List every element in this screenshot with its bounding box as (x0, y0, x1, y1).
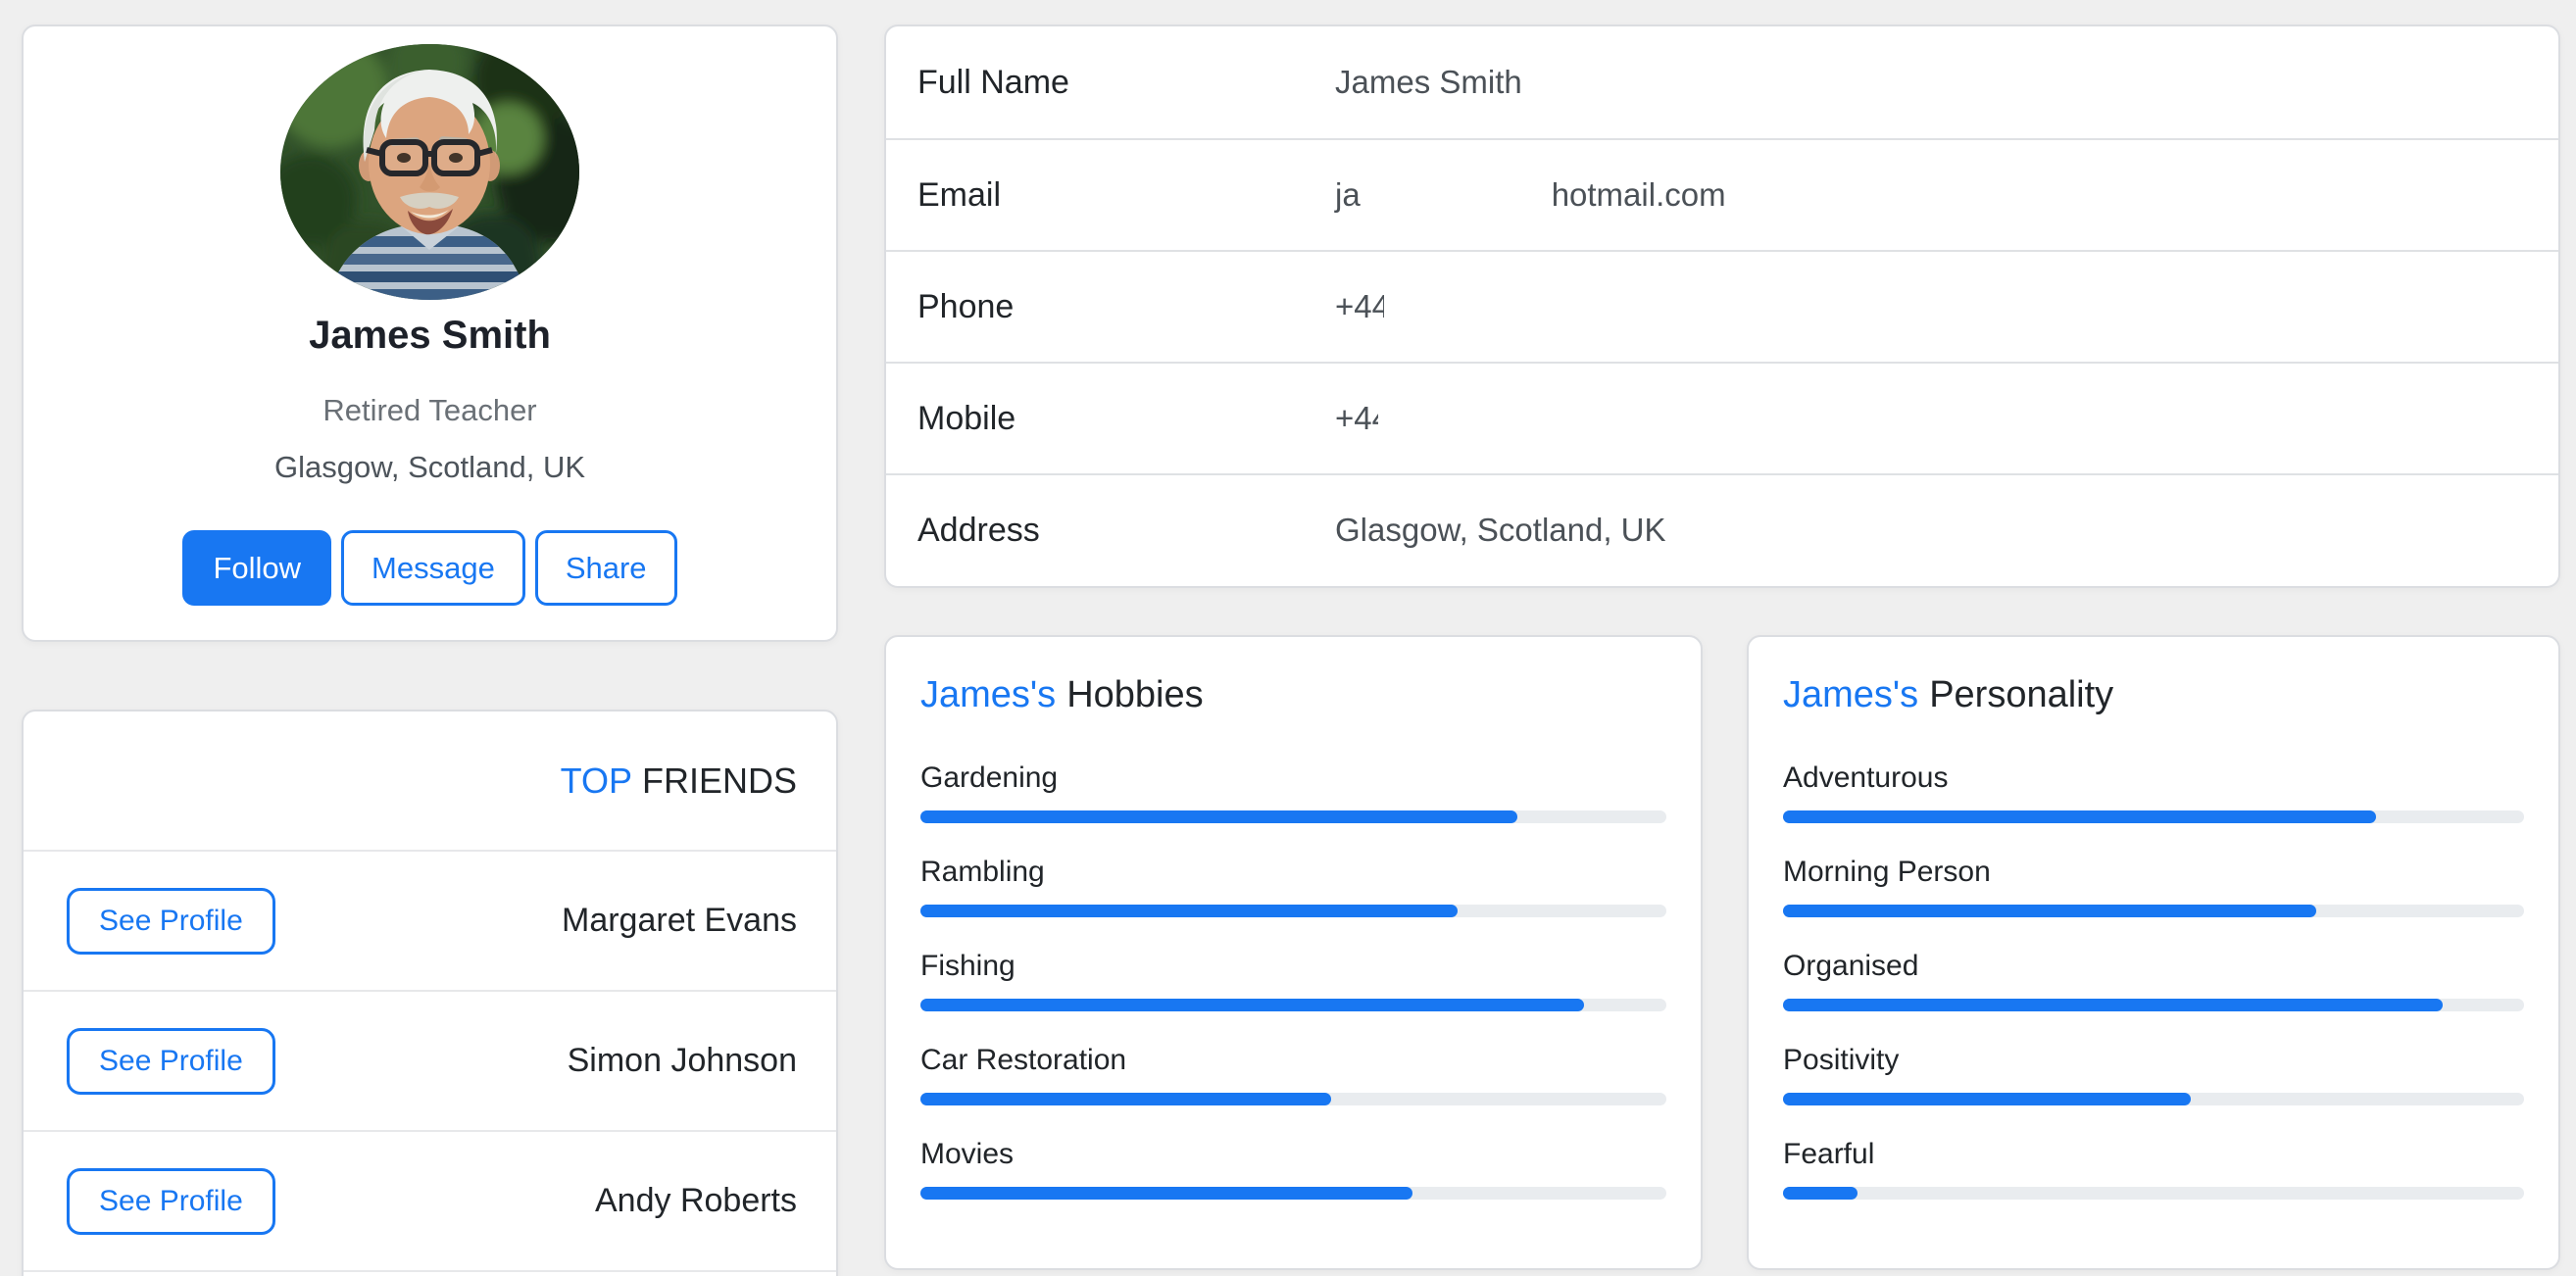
progress-bar-track (920, 1093, 1666, 1105)
detail-label: Email (917, 176, 1335, 215)
progress-bar-fill (1783, 905, 2316, 917)
friend-name: Margaret Evans (562, 902, 797, 940)
progress-bar-fill (920, 810, 1517, 823)
progress-bar-track (1783, 1093, 2524, 1105)
bar-label: Fearful (1783, 1138, 2524, 1171)
progress-bar-fill (1783, 810, 2376, 823)
personality-list: Adventurous Morning Person Organised Pos… (1783, 761, 2524, 1200)
detail-value: jahotmail.com (1335, 176, 1726, 214)
detail-value: +44 (1335, 400, 1378, 437)
profile-actions: Follow Message Share (24, 530, 836, 606)
bar-label: Morning Person (1783, 856, 2524, 889)
friend-name: Simon Johnson (568, 1042, 797, 1080)
progress-bar-fill (920, 905, 1458, 917)
profile-occupation: Retired Teacher (24, 393, 836, 428)
bar-label: Gardening (920, 761, 1666, 795)
clipped-character: 4 (1372, 288, 1384, 325)
detail-row: Email jahotmail.com (886, 138, 2558, 250)
personality-title-rest: Personality (1929, 674, 2113, 715)
follow-button[interactable]: Follow (182, 530, 331, 606)
top-friends-title-rest: FRIENDS (642, 761, 797, 802)
clipped-character: 4 (1372, 400, 1378, 437)
bar-group: Positivity (1783, 1044, 2524, 1105)
personality-title-accent: James's (1783, 674, 1918, 715)
progress-bar-track (1783, 810, 2524, 823)
see-profile-button[interactable]: See Profile (67, 1028, 275, 1095)
progress-bar-track (1783, 999, 2524, 1011)
progress-bar-fill (920, 999, 1584, 1011)
hobbies-title-accent: James's (920, 674, 1056, 715)
progress-bar-fill (920, 1093, 1331, 1105)
detail-value: +44 (1335, 288, 1384, 325)
hobbies-title: James'sHobbies (920, 674, 1666, 716)
bar-label: Adventurous (1783, 761, 2524, 795)
profile-location: Glasgow, Scotland, UK (24, 450, 836, 485)
progress-bar-track (920, 810, 1666, 823)
detail-row: Mobile +44 (886, 362, 2558, 473)
bar-group: Organised (1783, 950, 2524, 1011)
bar-label: Fishing (920, 950, 1666, 983)
detail-row: Full Name James Smith (886, 26, 2558, 138)
bar-group: Adventurous (1783, 761, 2524, 823)
progress-bar-track (920, 905, 1666, 917)
friends-list: See Profile Margaret Evans See Profile S… (24, 850, 836, 1270)
progress-bar-fill (1783, 1093, 2191, 1105)
bar-group: Rambling (920, 856, 1666, 917)
detail-label: Phone (917, 288, 1335, 326)
personality-card: James's Personality Adventurous Morning P… (1747, 635, 2560, 1270)
friend-row: See Profile Andy Roberts (24, 1130, 836, 1270)
progress-bar-track (1783, 905, 2524, 917)
detail-label: Mobile (917, 400, 1335, 438)
message-button[interactable]: Message (341, 530, 525, 606)
bar-group: Car Restoration (920, 1044, 1666, 1105)
hobbies-list: Gardening Rambling Fishing Car Restorati… (920, 761, 1666, 1200)
progress-bar-fill (920, 1187, 1412, 1200)
detail-label: Full Name (917, 64, 1335, 102)
see-profile-button[interactable]: See Profile (67, 888, 275, 955)
profile-card: James Smith Retired Teacher Glasgow, Sco… (22, 25, 838, 642)
friend-row: See Profile Simon Johnson (24, 990, 836, 1130)
progress-bar-track (920, 1187, 1666, 1200)
detail-value: Glasgow, Scotland, UK (1335, 512, 1666, 549)
bar-group: Morning Person (1783, 856, 2524, 917)
details-card: Full Name James Smith Email jahotmail.co… (884, 25, 2560, 588)
bar-label: Rambling (920, 856, 1666, 889)
top-friends-card: TOP FRIENDS See Profile Margaret Evans S… (22, 710, 838, 1276)
bar-label: Organised (1783, 950, 2524, 983)
progress-bar-track (1783, 1187, 2524, 1200)
detail-label: Address (917, 512, 1335, 550)
hobbies-card: James'sHobbies Gardening Rambling Fishin… (884, 635, 1703, 1270)
friend-row: See Profile Margaret Evans (24, 850, 836, 990)
detail-value: James Smith (1335, 64, 1522, 101)
share-button[interactable]: Share (535, 530, 677, 606)
bar-group: Movies (920, 1138, 1666, 1200)
detail-row: Phone +44 (886, 250, 2558, 362)
progress-bar-fill (1783, 1187, 1858, 1200)
personality-title: James's Personality (1783, 674, 2524, 716)
bar-group: Fearful (1783, 1138, 2524, 1200)
bar-label: Positivity (1783, 1044, 2524, 1077)
detail-row: Address Glasgow, Scotland, UK (886, 473, 2558, 585)
bar-group: Fishing (920, 950, 1666, 1011)
profile-name: James Smith (24, 314, 836, 358)
progress-bar-track (920, 999, 1666, 1011)
friend-name: Andy Roberts (595, 1182, 797, 1220)
profile-photo (280, 44, 579, 300)
bar-group: Gardening (920, 761, 1666, 823)
bar-label: Movies (920, 1138, 1666, 1171)
progress-bar-fill (1783, 999, 2443, 1011)
see-profile-button[interactable]: See Profile (67, 1168, 275, 1235)
hobbies-title-rest: Hobbies (1066, 674, 1203, 715)
top-friends-title: TOP FRIENDS (24, 712, 836, 850)
bar-label: Car Restoration (920, 1044, 1666, 1077)
top-friends-title-accent: TOP (561, 761, 632, 802)
friend-row-partial (24, 1270, 836, 1276)
